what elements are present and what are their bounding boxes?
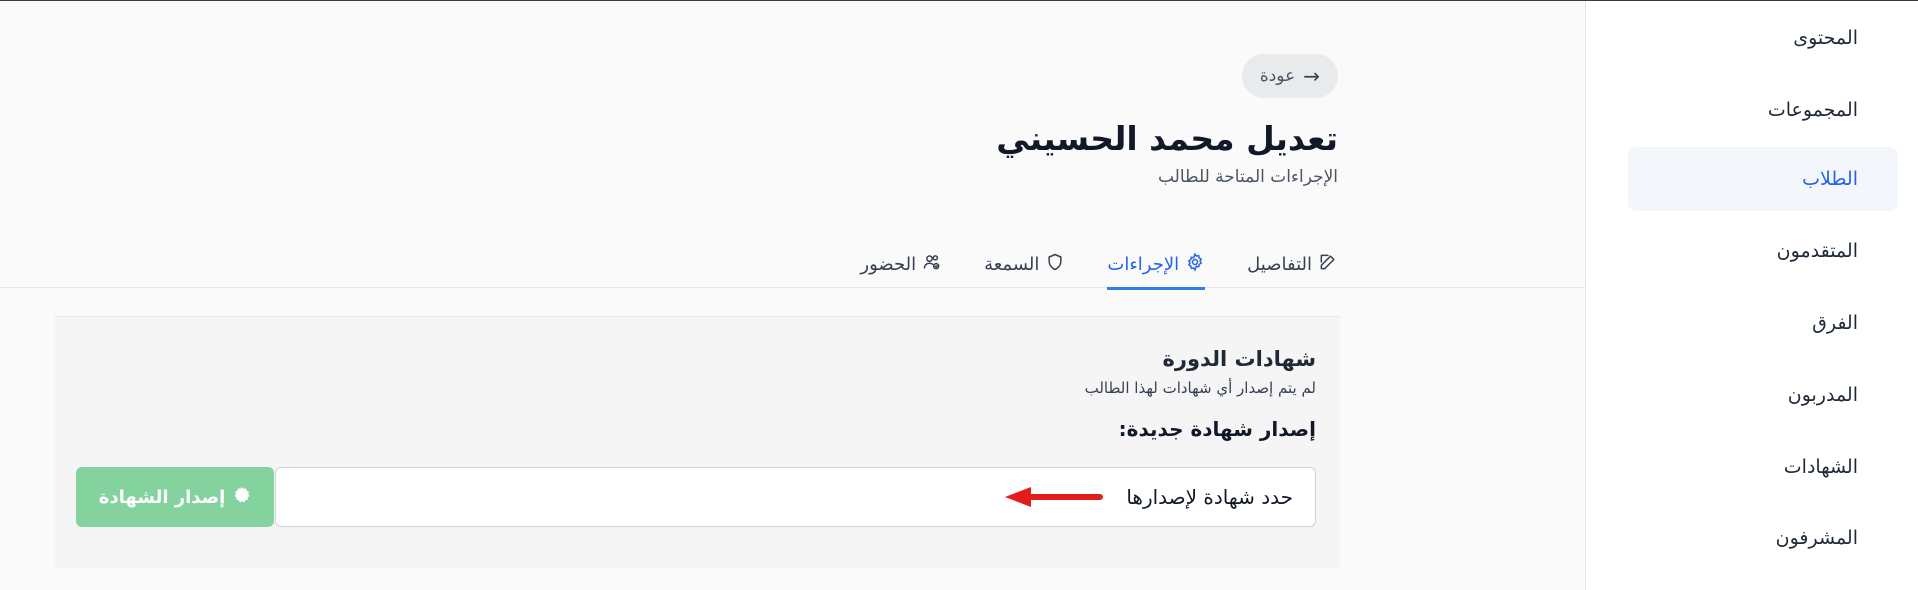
main-content: → عودة تعديل محمد الحسيني الإجراءات المت… [0, 1, 1585, 590]
sidebar-item-label: الفرق [1812, 312, 1858, 334]
tab-label: السمعة [984, 254, 1040, 275]
back-button[interactable]: → عودة [1241, 54, 1338, 98]
tabs: التفاصيل الإجراءات السمعة الحضور [818, 241, 1338, 290]
sidebar-item-supervisors[interactable]: المشرفون [1628, 506, 1898, 570]
tab-attendance[interactable]: الحضور [860, 241, 942, 288]
users-icon [922, 252, 942, 277]
certificates-card: شهادات الدورة لم يتم إصدار أي شهادات لهذ… [55, 316, 1340, 568]
back-button-label: عودة [1259, 66, 1296, 86]
tab-label: الإجراءات [1107, 254, 1180, 275]
sidebar-item-label: الطلاب [1802, 168, 1858, 190]
sidebar-item-label: الشهادات [1783, 456, 1858, 478]
page-subtitle: الإجراءات المتاحة للطالب [1157, 167, 1338, 187]
sidebar: المحتوى المجموعات الطلاب المتقدمون الفرق… [1585, 1, 1918, 590]
badge-icon [233, 486, 251, 509]
tab-details[interactable]: التفاصيل [1247, 241, 1338, 288]
sidebar-item-instructors[interactable]: المدربون [1628, 363, 1898, 427]
annotation-arrow-icon [1005, 487, 1103, 507]
sidebar-item-label: المدربون [1787, 384, 1858, 406]
sidebar-item-label: المتقدمون [1776, 240, 1858, 262]
page-header: → عودة تعديل محمد الحسيني الإجراءات المت… [0, 1, 1585, 290]
sidebar-item-groups[interactable]: المجموعات [1628, 78, 1898, 142]
certificates-description: لم يتم إصدار أي شهادات لهذا الطالب [1084, 379, 1316, 397]
certificate-select[interactable]: حدد شهادة لإصدارها [275, 467, 1316, 527]
tab-actions[interactable]: الإجراءات [1107, 241, 1205, 290]
page-title: تعديل محمد الحسيني [996, 119, 1338, 158]
sidebar-item-label: المجموعات [1767, 99, 1858, 121]
certificates-title: شهادات الدورة [1162, 347, 1316, 371]
issue-certificate-label: إصدار الشهادة [98, 486, 226, 508]
sidebar-item-label: المشرفون [1775, 527, 1858, 549]
new-certificate-label: إصدار شهادة جديدة: [1118, 417, 1316, 441]
tab-reputation[interactable]: السمعة [984, 241, 1065, 288]
tab-label: التفاصيل [1247, 254, 1312, 275]
arrow-right-icon: → [1303, 64, 1320, 88]
shield-icon [1045, 252, 1065, 277]
sidebar-item-applicants[interactable]: المتقدمون [1628, 219, 1898, 283]
sidebar-item-content[interactable]: المحتوى [1628, 6, 1898, 70]
sidebar-item-certificates[interactable]: الشهادات [1628, 435, 1898, 499]
certificate-select-placeholder: حدد شهادة لإصدارها [1126, 485, 1293, 509]
issue-certificate-button[interactable]: إصدار الشهادة [76, 467, 274, 527]
edit-icon [1318, 252, 1338, 277]
sidebar-item-teams[interactable]: الفرق [1628, 291, 1898, 355]
sidebar-item-students[interactable]: الطلاب [1628, 147, 1898, 211]
gear-icon [1185, 252, 1205, 277]
sidebar-item-label: المحتوى [1793, 27, 1858, 49]
tab-label: الحضور [860, 254, 917, 275]
